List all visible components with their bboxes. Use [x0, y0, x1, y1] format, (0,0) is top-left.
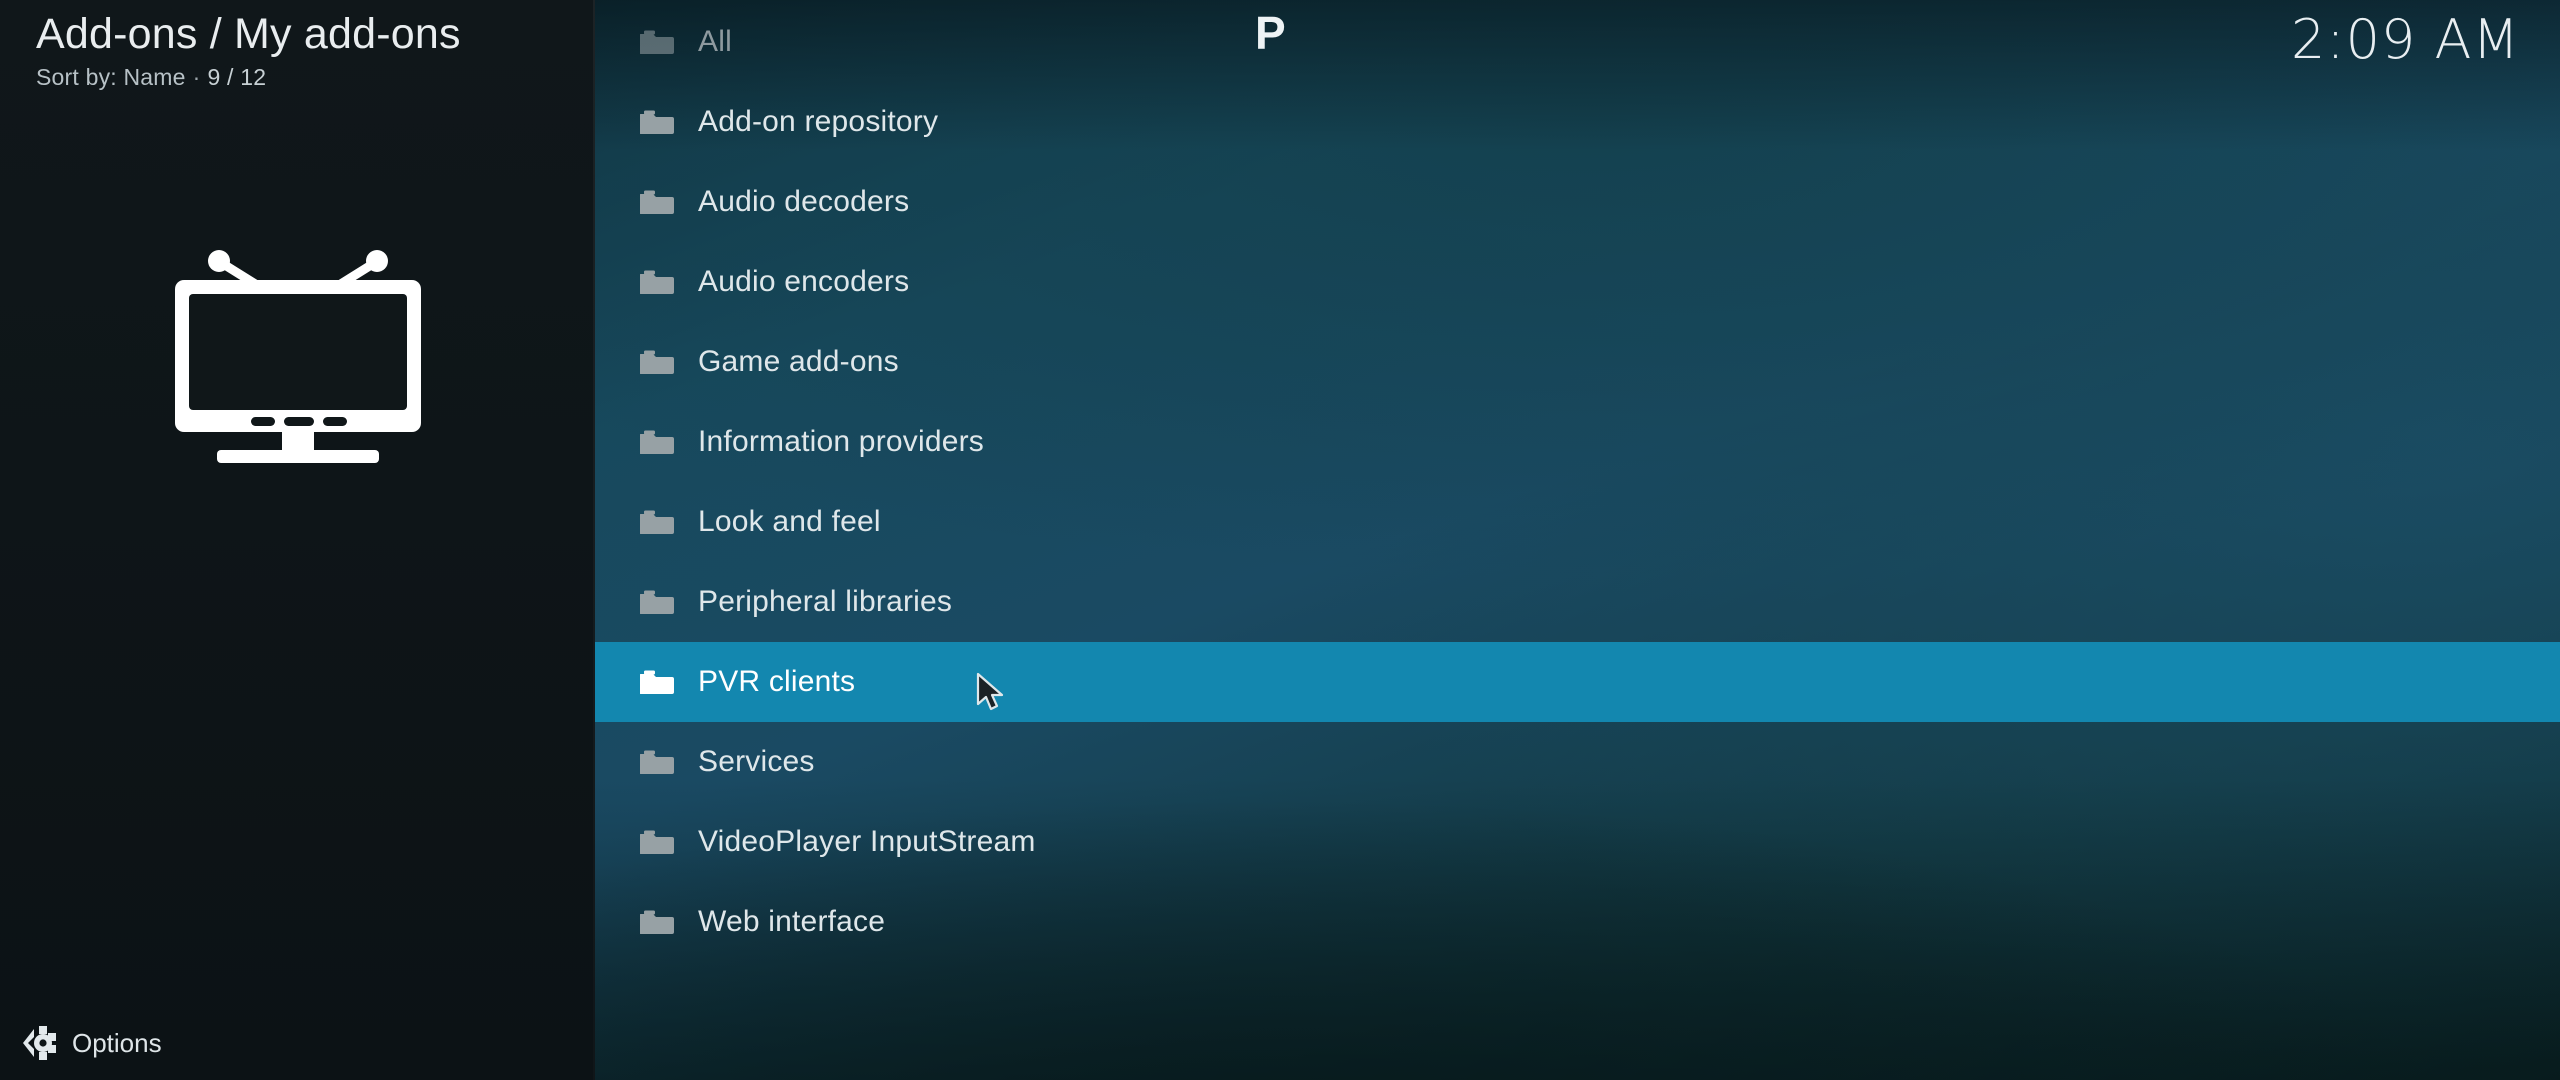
sort-status: Sort by: Name · 9 / 12: [36, 64, 576, 91]
options-gear-icon: [14, 1023, 58, 1063]
list-item[interactable]: Services: [595, 722, 2560, 802]
list-item[interactable]: Audio decoders: [595, 162, 2560, 242]
list-item[interactable]: Information providers: [595, 402, 2560, 482]
folder-icon: [640, 830, 674, 854]
folder-icon: [640, 430, 674, 454]
item-count: 9 / 12: [207, 64, 267, 91]
list-item-label: PVR clients: [698, 665, 856, 698]
list-item[interactable]: Game add-ons: [595, 322, 2560, 402]
list-item-label: Game add-ons: [698, 345, 899, 378]
folder-icon: [640, 270, 674, 294]
folder-icon: [640, 910, 674, 934]
options-button[interactable]: Options: [0, 1006, 595, 1080]
list-item-label: VideoPlayer InputStream: [698, 825, 1036, 858]
list-item-label: Services: [698, 745, 815, 778]
folder-icon: [640, 190, 674, 214]
folder-icon: [640, 350, 674, 374]
folder-icon: [640, 670, 674, 694]
list-item[interactable]: PVR clients: [595, 642, 2560, 722]
folder-icon: [640, 510, 674, 534]
list-item-label: Web interface: [698, 905, 886, 938]
options-label: Options: [72, 1027, 162, 1058]
page-title: Add-ons / My add-ons: [36, 10, 461, 58]
addon-category-list[interactable]: All Add-on repository Audio decoders Audio …: [595, 0, 2560, 1080]
folder-icon: [640, 110, 674, 134]
list-item[interactable]: Audio encoders: [595, 242, 2560, 322]
folder-icon: [640, 30, 674, 54]
list-item[interactable]: Add-on repository: [595, 82, 2560, 162]
list-item-label: Information providers: [698, 425, 984, 458]
list-item-label: All: [698, 25, 732, 58]
status-separator: ·: [192, 64, 201, 91]
thumbnail-area: [0, 230, 595, 470]
list-item-label: Add-on repository: [698, 105, 939, 138]
left-info-panel: Add-ons / My add-ons Sort by: Name · 9 / 1…: [0, 0, 595, 1080]
tv-icon: [174, 250, 421, 463]
folder-icon: [640, 590, 674, 614]
folder-icon: [640, 750, 674, 774]
list-item[interactable]: Web interface: [595, 882, 2560, 962]
list-item-label: Audio encoders: [698, 265, 910, 298]
list-item-label: Look and feel: [698, 505, 881, 538]
list-item[interactable]: Look and feel: [595, 482, 2560, 562]
list-item[interactable]: VideoPlayer InputStream: [595, 802, 2560, 882]
jump-to-letter-indicator: P: [1255, 7, 1286, 59]
list-item-label: Peripheral libraries: [698, 585, 953, 618]
list-item-label: Audio decoders: [698, 185, 910, 218]
breadcrumb: Add-ons / My add-ons Sort by: Name · 9 / 1…: [36, 10, 576, 91]
kodi-addons-screen: Add-ons / My add-ons Sort by: Name · 9 / 1…: [0, 0, 2560, 1080]
clock: 2:09 AM: [2291, 8, 2520, 71]
sort-label: Sort by: Name: [36, 64, 186, 91]
list-item[interactable]: Peripheral libraries: [595, 562, 2560, 642]
list-item[interactable]: All: [595, 2, 2560, 82]
